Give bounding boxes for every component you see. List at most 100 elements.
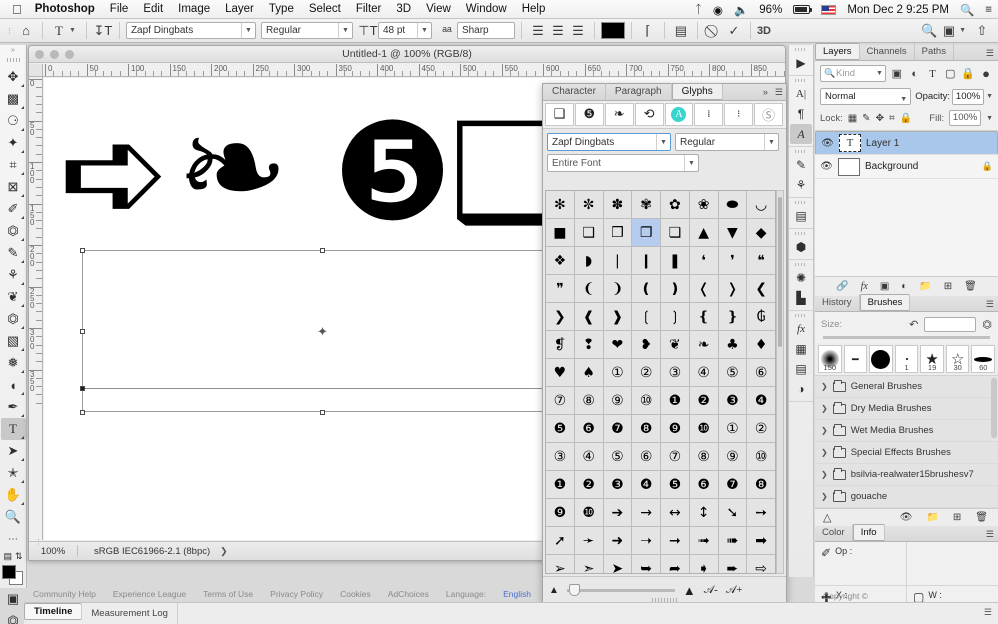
tab-info[interactable]: Info bbox=[852, 524, 885, 541]
glyph-cell[interactable]: ➙ bbox=[747, 499, 775, 526]
marquee-tool[interactable]: ▩ bbox=[1, 88, 26, 110]
lock-all-icon[interactable]: 🔒 bbox=[982, 161, 993, 172]
layer-name[interactable]: Layer 1 bbox=[866, 138, 992, 149]
glyph-cell[interactable]: ❒ bbox=[603, 219, 632, 246]
flat-fan-brush[interactable]: ━ bbox=[843, 345, 868, 373]
filter-toggle-icon[interactable]: ● bbox=[979, 66, 993, 81]
layer-thumbnail[interactable]: T bbox=[839, 134, 861, 152]
glyph-cell[interactable]: ◡ bbox=[747, 191, 775, 218]
glyph-cell[interactable]: ▼ bbox=[718, 219, 747, 246]
glyph-cell[interactable]: ❥ bbox=[632, 331, 660, 358]
glyph-cell[interactable]: ❜ bbox=[718, 247, 747, 274]
glyph-cell[interactable]: ✿ bbox=[661, 191, 689, 218]
scrollbar-thumb[interactable] bbox=[778, 197, 782, 347]
glyph-cell[interactable]: ❤ bbox=[603, 331, 632, 358]
chevron-right-icon[interactable]: ❯ bbox=[821, 470, 828, 479]
fill-value[interactable]: 100% bbox=[949, 110, 982, 126]
menu-edit[interactable]: Edit bbox=[143, 3, 163, 15]
swatches-icon[interactable]: ▦ bbox=[790, 339, 812, 359]
glyph-cell[interactable]: ❾ bbox=[661, 415, 689, 442]
clone-source-icon[interactable]: ⚘ bbox=[790, 175, 812, 195]
glyph-cell[interactable]: ❳ bbox=[661, 303, 689, 330]
properties-panel-icon[interactable]: ▤ bbox=[790, 206, 812, 226]
selection-handle-bl[interactable] bbox=[80, 410, 85, 415]
home-icon[interactable]: ⌂ bbox=[16, 21, 36, 41]
glyph-cell[interactable]: ➧ bbox=[689, 555, 718, 573]
apple-icon[interactable]:  bbox=[12, 3, 22, 16]
glyph-cell[interactable]: ❿ bbox=[689, 415, 718, 442]
glyph-cell[interactable]: ➥ bbox=[632, 555, 660, 573]
list-item[interactable]: ❯ Dry Media Brushes bbox=[815, 398, 998, 420]
double-chevron-right-icon[interactable]: » bbox=[763, 87, 768, 98]
glyph-cell[interactable]: ➦ bbox=[661, 555, 689, 573]
glyph-cell[interactable]: ❛ bbox=[689, 247, 718, 274]
new-group-icon[interactable]: 📁 bbox=[919, 281, 931, 292]
footer-link-community-help[interactable]: Community Help bbox=[33, 589, 96, 599]
link-layers-icon[interactable]: 🔗 bbox=[836, 281, 848, 292]
recent-glyph-4[interactable]: ⟲ bbox=[634, 103, 664, 126]
ruler-corner[interactable] bbox=[29, 64, 43, 77]
tab-paths[interactable]: Paths bbox=[915, 43, 954, 60]
shape-tool[interactable]: ✭ bbox=[1, 462, 26, 484]
font-size-select[interactable]: 48 pt ▼ bbox=[377, 22, 432, 39]
font-family-select[interactable]: Zapf Dingbats ▼ bbox=[125, 22, 256, 39]
glyph-cell[interactable]: ⑤ bbox=[603, 443, 632, 470]
glyph-cell[interactable]: ❷ bbox=[574, 471, 603, 498]
chevron-right-icon[interactable]: ❯ bbox=[821, 404, 828, 413]
eraser-tool[interactable]: ⏣ bbox=[1, 308, 26, 330]
glyph-cell[interactable]: ⬬ bbox=[718, 191, 747, 218]
foreground-color-swatch[interactable] bbox=[2, 565, 16, 579]
glyph-cell[interactable]: ❞ bbox=[546, 275, 574, 302]
glyph-cell[interactable]: ❨ bbox=[574, 275, 603, 302]
glyph-cell[interactable]: ❚ bbox=[661, 247, 689, 274]
lock-image-pixels-icon[interactable]: ✎ bbox=[862, 113, 870, 124]
glyph-cell[interactable]: ✻ bbox=[546, 191, 574, 218]
glyph-cell[interactable]: ❏ bbox=[661, 219, 689, 246]
glyph-cell[interactable]: ➛ bbox=[574, 527, 603, 554]
footer-link-adchoices[interactable]: AdChoices bbox=[388, 589, 429, 599]
glyph-cell[interactable]: ⑧ bbox=[574, 387, 603, 414]
smart-object-filter-icon[interactable]: 🔒 bbox=[961, 67, 975, 80]
glyph-cell[interactable]: ➜ bbox=[603, 527, 632, 554]
glyph-cell[interactable]: ⑨ bbox=[718, 443, 747, 470]
glyph-cell[interactable]: ➡ bbox=[747, 527, 775, 554]
brush-settings-icon[interactable]: ⏣ bbox=[982, 318, 992, 331]
tools-grip[interactable] bbox=[6, 58, 20, 62]
hand-tool[interactable]: ✋ bbox=[1, 484, 26, 506]
tab-character[interactable]: Character bbox=[543, 83, 606, 100]
zoom-button[interactable] bbox=[65, 50, 74, 59]
glyph-cell[interactable]: ❻ bbox=[689, 471, 718, 498]
lock-artboard-icon[interactable]: ⌗ bbox=[889, 113, 895, 124]
glyph-cell[interactable]: ❭ bbox=[718, 275, 747, 302]
brush-size-slider[interactable] bbox=[823, 336, 990, 339]
new-layer-icon[interactable]: ⊞ bbox=[944, 281, 952, 292]
glyph-cell[interactable]: ❿ bbox=[574, 499, 603, 526]
soft-round-brush[interactable]: 150 bbox=[818, 345, 842, 373]
workspace-switcher-icon[interactable]: ▣ bbox=[939, 21, 959, 41]
text-color-swatch[interactable] bbox=[600, 22, 625, 39]
swap-colors-icon[interactable]: ⇅ bbox=[15, 551, 23, 562]
panel-menu-icon[interactable]: ☰ bbox=[986, 48, 994, 59]
menu-image[interactable]: Image bbox=[178, 3, 210, 15]
glyph-cell[interactable]: ▲ bbox=[689, 219, 718, 246]
glyph-cell[interactable]: ❷ bbox=[689, 387, 718, 414]
glyph-cell[interactable]: ❢ bbox=[574, 331, 603, 358]
flat-brush[interactable]: 60 bbox=[971, 345, 996, 373]
glyph-cell[interactable]: ❖ bbox=[546, 247, 574, 274]
menu-type[interactable]: Type bbox=[269, 3, 294, 15]
actions-icon[interactable]: ◑ bbox=[790, 379, 812, 399]
align-left-icon[interactable]: ☰ bbox=[528, 21, 548, 41]
brush-size-input[interactable] bbox=[924, 317, 977, 332]
glyph-cell[interactable]: ❝ bbox=[747, 247, 775, 274]
glyph-cell[interactable]: ⑦ bbox=[661, 443, 689, 470]
hard-round-brush[interactable] bbox=[869, 345, 893, 373]
glyph-cell[interactable]: ❪ bbox=[632, 275, 660, 302]
glyph-cell[interactable]: ◗ bbox=[574, 247, 603, 274]
star-outline-brush[interactable]: ☆ 30 bbox=[945, 345, 970, 373]
glyph-cell[interactable]: ❘ bbox=[603, 247, 632, 274]
glyph-cell[interactable]: ✼ bbox=[574, 191, 603, 218]
glyph-cell[interactable]: ❶ bbox=[546, 471, 574, 498]
glyph-cell[interactable]: ➘ bbox=[718, 499, 747, 526]
glyph-cell[interactable]: ❺ bbox=[546, 415, 574, 442]
glyph-cell[interactable]: ③ bbox=[546, 443, 574, 470]
